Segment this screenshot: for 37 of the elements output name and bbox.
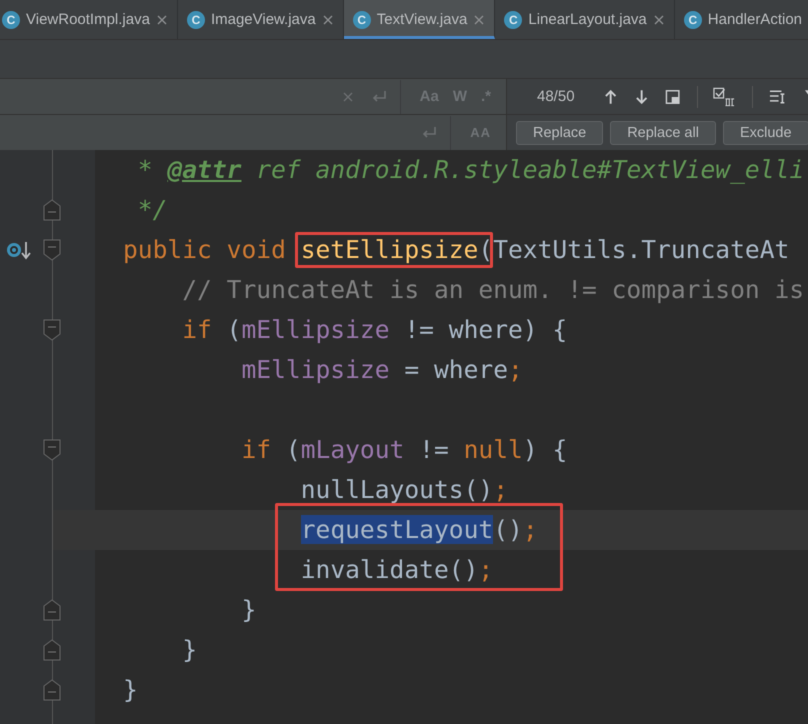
overriding-method-icon[interactable]: [6, 239, 32, 261]
class-icon: C: [352, 10, 371, 28]
class-icon: C: [504, 10, 522, 28]
arrow-down-icon[interactable]: [634, 88, 650, 106]
code-line: }: [182, 634, 198, 666]
code-line: public void setEllipsize(TextUtils.TruncateAt: [123, 234, 790, 266]
close-icon[interactable]: [322, 14, 334, 26]
code-line: nullLayouts();: [300, 474, 508, 506]
class-icon: C: [684, 10, 702, 28]
replace-button[interactable]: Replace all: [610, 120, 716, 144]
replace-button[interactable]: Exclude: [722, 120, 808, 144]
editor-tab[interactable]: C ImageView.java: [178, 0, 344, 39]
editor-tab[interactable]: C LinearLayout.java: [495, 0, 675, 39]
code-line: }: [241, 594, 256, 626]
close-icon[interactable]: [156, 14, 168, 26]
newline-icon[interactable]: [420, 126, 438, 140]
editor-tab[interactable]: C ViewRootImpl.java: [0, 0, 178, 39]
editor-tab[interactable]: C TextView.java: [344, 0, 496, 39]
editor-tab[interactable]: C HandlerAction: [674, 0, 808, 39]
window-icon[interactable]: [665, 88, 681, 104]
code-line: invalidate();: [300, 554, 494, 586]
close-icon[interactable]: [652, 14, 665, 26]
close-icon[interactable]: [342, 90, 354, 102]
code-line: mEllipsize = where;: [241, 354, 523, 386]
code-line: if (mEllipsize != where) {: [182, 314, 568, 346]
arrow-up-icon[interactable]: [602, 88, 618, 106]
class-icon: C: [186, 10, 205, 28]
code-line: * @attr ref android.R.styleable#TextView_elli: [136, 154, 804, 186]
code-line: // TruncateAt is an enum. != comparison is: [182, 274, 804, 306]
code-line: }: [123, 674, 138, 706]
close-icon[interactable]: [473, 14, 486, 26]
match-count: 48/50: [537, 88, 575, 105]
code-line: */: [136, 194, 168, 226]
select-occurrences-icon[interactable]: [713, 86, 736, 106]
replace-button[interactable]: Replace: [516, 120, 604, 144]
code-line: if (mLayout != null) {: [241, 434, 568, 466]
class-icon: C: [2, 10, 20, 28]
